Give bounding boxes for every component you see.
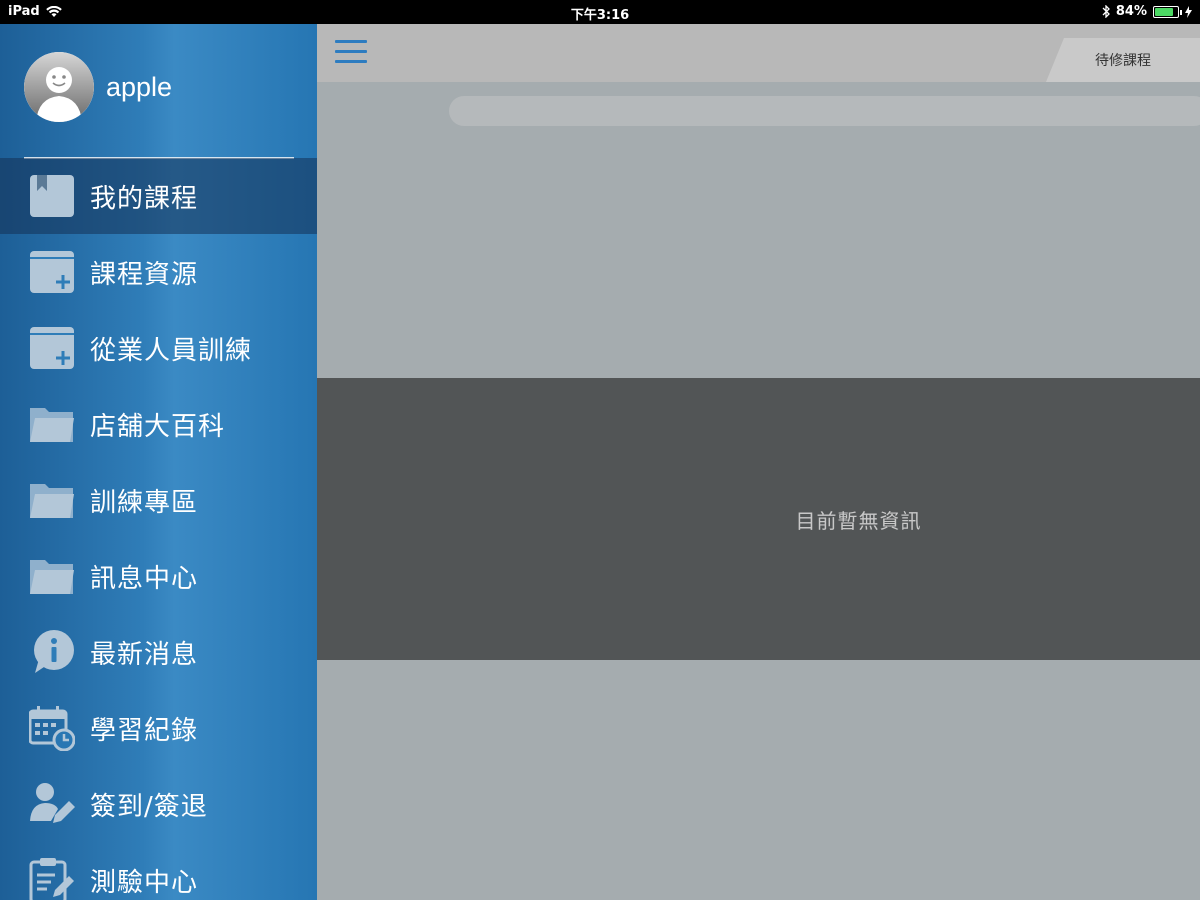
folder-icon [28, 476, 76, 524]
sidebar-item-label: 訊息中心 [90, 563, 199, 594]
battery-icon [1153, 5, 1182, 18]
user-edit-icon [28, 780, 76, 828]
tab-pending-courses[interactable]: 待修課程 [1046, 38, 1200, 82]
status-right: 84% [1102, 4, 1192, 19]
bookmark-book-icon [28, 172, 76, 220]
sidebar-item-label: 課程資源 [90, 259, 199, 290]
sidebar-item-staff-training[interactable]: 從業人員訓練 [0, 310, 317, 386]
sidebar-item-training-zone[interactable]: 訓練專區 [0, 462, 317, 538]
user-avatar-icon [24, 52, 94, 122]
sidebar-item-label: 店舖大百科 [90, 411, 226, 442]
sidebar-item-my-courses[interactable]: 我的課程 [0, 158, 317, 234]
clipboard-edit-icon [28, 856, 76, 900]
bluetooth-icon [1102, 5, 1110, 18]
folder-icon [28, 400, 76, 448]
sidebar-item-test-center[interactable]: 測驗中心 [0, 842, 317, 900]
empty-state-panel: 目前暫無資訊 [317, 378, 1200, 660]
empty-state-message: 目前暫無資訊 [795, 508, 922, 533]
status-bar: iPad 下午3:16 84% [0, 0, 1200, 24]
sidebar-item-label: 測驗中心 [90, 867, 199, 898]
calendar-clock-icon [28, 704, 76, 752]
sidebar-item-check-in-out[interactable]: 簽到/簽退 [0, 766, 317, 842]
folder-icon [28, 552, 76, 600]
sidebar-item-latest-news[interactable]: 最新消息 [0, 614, 317, 690]
sidebar-menu: 我的課程 課程資源 從業人員訓練 店舖大百科 訓練專區 訊息中心 最新消息 學習… [0, 158, 317, 900]
sidebar-item-learning-records[interactable]: 學習紀錄 [0, 690, 317, 766]
sidebar-item-course-resources[interactable]: 課程資源 [0, 234, 317, 310]
sidebar-item-label: 從業人員訓練 [90, 335, 253, 366]
sidebar: apple 我的課程 課程資源 從業人員訓練 店舖大百科 訓練專區 訊息中心 最… [0, 24, 317, 900]
sidebar-item-label: 最新消息 [90, 639, 199, 670]
status-time: 下午3:16 [570, 8, 630, 23]
content-area-top [317, 82, 1200, 378]
top-bar: 待修課程 [317, 24, 1200, 82]
user-profile[interactable]: apple [24, 52, 172, 122]
battery-percent: 84% [1115, 4, 1147, 19]
info-bubble-icon [28, 628, 76, 676]
sidebar-item-label: 學習紀錄 [90, 715, 199, 746]
charging-icon [1185, 5, 1192, 18]
sidebar-item-label: 訓練專區 [90, 487, 199, 518]
hamburger-menu-icon[interactable] [335, 40, 367, 66]
sidebar-item-label: 簽到/簽退 [90, 791, 208, 822]
sidebar-item-label: 我的課程 [90, 183, 199, 214]
sidebar-item-store-encyclopedia[interactable]: 店舖大百科 [0, 386, 317, 462]
folder-add-icon [28, 324, 76, 372]
content-area-bottom [317, 660, 1200, 900]
username: apple [106, 71, 173, 102]
folder-add-icon [28, 248, 76, 296]
search-bar[interactable] [449, 96, 1200, 126]
avatar[interactable] [24, 52, 94, 122]
sidebar-item-message-center[interactable]: 訊息中心 [0, 538, 317, 614]
